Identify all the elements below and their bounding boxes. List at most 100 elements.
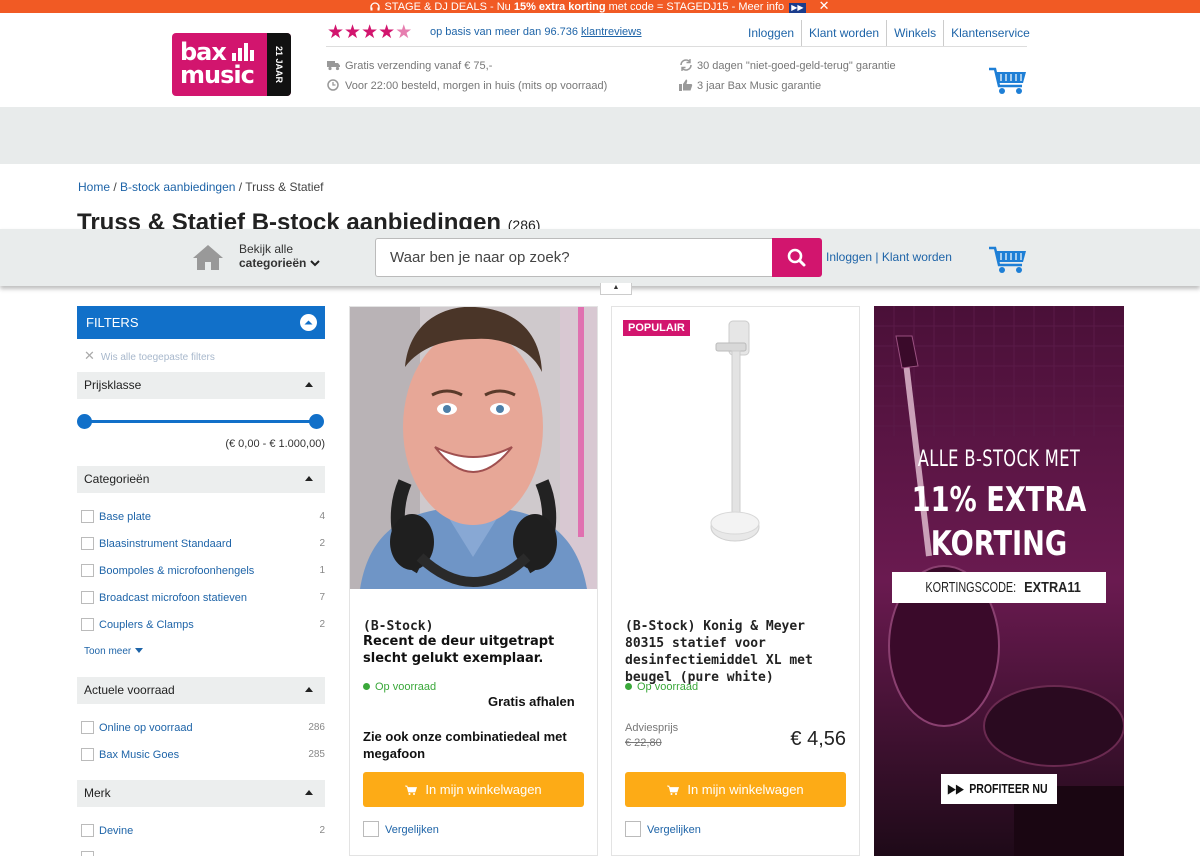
categories-section-title: Categorieën [84,472,150,486]
compare-checkbox[interactable]: Vergelijken [625,821,701,837]
sticky-collapse-tab[interactable]: ▲ [600,283,632,295]
sticky-cart-icon[interactable] [988,245,1028,275]
banner-line2: 11% EXTRA KORTING [899,478,1099,566]
sticky-register-link[interactable]: Klant worden [882,250,952,264]
search-input[interactable]: Waar ben je naar op zoek? [375,238,773,277]
filter-category-item[interactable]: Boompoles & microfoonhengels 1 [81,562,325,580]
breadcrumb-bstock[interactable]: B-stock aanbiedingen [120,180,235,194]
sticky-link-divider: | [872,250,882,264]
checkbox[interactable] [81,591,94,604]
filter-stock-item[interactable]: Bax Music Goes 285 [81,746,325,764]
filters-header[interactable]: FILTERS [77,306,325,339]
fast-forward-icon: ▶▶ [947,781,964,796]
sticky-search-bar: Bekijk alle categorieën Waar ben je naar… [0,229,1200,286]
compare-checkbox[interactable]: Vergelijken [363,821,439,837]
thumbs-up-icon [679,79,693,91]
reviews-link[interactable]: klantreviews [581,26,642,38]
checkbox[interactable] [625,821,641,837]
filter-label: Boompoles & microfoonhengels [99,565,255,577]
checkbox[interactable] [81,564,94,577]
filter-count: 7 [319,592,325,603]
product-title[interactable]: (B-Stock) Konig & Meyer 80315 statief vo… [625,618,850,686]
price-slider-max-handle[interactable] [308,414,324,429]
checkbox[interactable] [81,537,94,550]
pickup-note: Gratis afhalen [488,694,575,709]
categories-section-header[interactable]: Categorieën [77,466,325,493]
bstock-discount-banner[interactable]: ALLE B-STOCK MET 11% EXTRA KORTING KORTI… [874,306,1124,856]
checkbox[interactable] [81,824,94,837]
promo-text-a: STAGE & DJ DEALS - Nu [384,1,514,13]
price-section-header[interactable]: Prijsklasse [77,372,325,399]
checkbox[interactable] [81,748,94,761]
headphones-icon [370,2,381,11]
usp-return: 30 dagen "niet-goed-geld-terug" garantie [679,59,896,72]
in-stock-dot-icon [363,683,370,690]
home-icon[interactable] [192,243,224,271]
promo-text-b[interactable]: met code = STAGEDJ15 - Meer info [606,1,785,13]
product-image[interactable]: POPULAIR [612,307,859,589]
sticky-account-links: Inloggen | Klant worden [826,250,952,264]
customer-service-link[interactable]: Klantenservice [943,20,1037,46]
filter-label: Couplers & Clamps [99,619,194,631]
login-link[interactable]: Inloggen [741,20,801,46]
filter-stock-item[interactable]: Online op voorraad 286 [81,719,325,737]
price-slider-min-handle[interactable] [76,414,92,429]
filter-category-item[interactable]: Base plate 4 [81,508,325,526]
bax-music-logo[interactable]: bax music 21 JAAR [172,33,291,96]
promo-more-badge[interactable]: ▶▶ [789,3,806,13]
profit-now-button[interactable]: ▶▶ PROFITEER NU [941,774,1057,804]
add-to-cart-button[interactable]: In mijn winkelwagen [625,772,846,807]
filter-category-item[interactable]: Broadcast microfoon statieven 7 [81,589,325,607]
filter-brand-item[interactable]: Devine 2 [81,822,325,840]
banner-line1: ALLE B-STOCK MET [917,447,1081,472]
product-card[interactable]: (B-Stock) Recent de deur uitgetrapt slec… [349,306,598,856]
top-nav-links: Inloggen Klant worden Winkels Klantenser… [741,20,1037,46]
filter-count: 2 [319,825,325,836]
combo-deal-note: Zie ook onze combinatiedeal met megafoon [363,729,567,761]
filter-category-item[interactable]: Couplers & Clamps 2 [81,616,325,634]
breadcrumb-separator: / [110,180,121,194]
all-categories-line2: categorieën [239,256,307,270]
checkbox[interactable] [81,510,94,523]
show-more-categories-link[interactable]: Toon meer [84,646,144,657]
star-icon: ★ [361,22,379,43]
usp-shipping-text: Gratis verzending vanaf € 75,- [345,60,493,72]
all-categories-button[interactable]: Bekijk alle categorieën [239,242,320,270]
star-icon: ★ [344,22,362,43]
checkbox[interactable] [81,721,94,734]
filter-label: Blaasinstrument Standaard [99,538,232,550]
breadcrumb-home[interactable]: Home [78,180,110,194]
logo-anniversary-band: 21 JAAR [267,33,291,96]
reviews-summary: op basis van meer dan 96.736 klantreview… [430,26,642,38]
shopping-cart-icon[interactable] [988,66,1028,96]
register-link[interactable]: Klant worden [801,20,886,46]
stores-link[interactable]: Winkels [886,20,943,46]
brand-section-header[interactable]: Merk [77,780,325,807]
stock-section-header[interactable]: Actuele voorraad [77,677,325,704]
checkbox[interactable] [81,851,94,856]
product-overlay-text: Recent de deur uitgetrapt slecht gelukt … [363,633,588,667]
collapse-up-icon[interactable] [300,314,317,331]
product-card[interactable]: POPULAIR (B-Stock) Konig & Meyer 80315 s… [611,306,860,856]
cart-icon [667,785,680,795]
filter-count: 285 [308,749,325,760]
filter-category-item[interactable]: Blaasinstrument Standaard 2 [81,535,325,553]
rating-stars: ★★★★★ [327,22,412,43]
add-to-cart-button[interactable]: In mijn winkelwagen [363,772,584,807]
sticky-login-link[interactable]: Inloggen [826,250,872,264]
add-to-cart-label: In mijn winkelwagen [425,782,542,797]
checkbox[interactable] [363,821,379,837]
promo-bar[interactable]: STAGE & DJ DEALS - Nu 15% extra korting … [0,0,1200,13]
search-button[interactable] [772,238,822,277]
stock-section-title: Actuele voorraad [84,683,175,697]
promo-close-icon[interactable]: ✕ [819,0,830,12]
advice-price-label: Adviesprijs [625,722,679,734]
logo-equalizer-icon [232,43,254,61]
filter-brand-item-partial[interactable] [81,849,325,856]
product-image[interactable] [350,307,597,589]
clear-filters-link[interactable]: ✕ Wis alle toegepaste filters [84,348,215,364]
logo-text-music: music [180,61,255,89]
truck-icon [327,61,340,71]
checkbox[interactable] [81,618,94,631]
page-title-text: Truss & Statief B-stock aanbiedingen [77,209,502,230]
